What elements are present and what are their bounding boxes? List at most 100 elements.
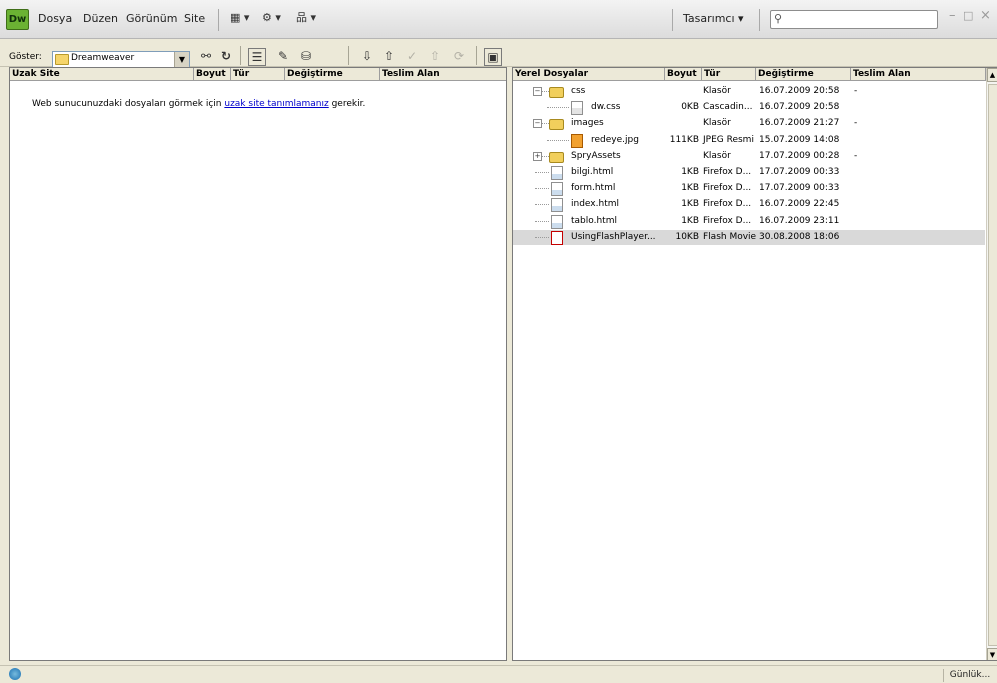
tree-connector [535,188,549,190]
workspace-label: Tasarımcı [683,12,735,25]
file-checkout: - [854,86,858,96]
status-bar: Günlük... [0,665,997,683]
file-modified: 16.07.2009 21:27 [759,118,840,129]
network-icon [9,668,21,680]
file-type: Cascadin... [703,102,753,113]
search-input[interactable]: ⚲ [770,10,938,29]
local-col-modified[interactable]: Değiştirme [756,68,851,81]
title-bar: Dw Dosya Düzen Görünüm Site ▦ ▾ ⚙ ▾ 品 ▾ … [0,0,997,39]
expand-icon[interactable]: + [533,151,542,161]
minimize-button[interactable]: – [949,8,956,23]
toolbar-separator [240,46,241,65]
file-row[interactable]: bilgi.html 1KB Firefox D... 17.07.2009 00:3… [513,165,985,180]
file-type: Klasör [703,86,731,96]
files-toolbar: Göster: Dreamweaver ▼ ⚯ ↻ ☰ ✎ ⛁ ⇩ ⇧ ✓ ⇧ … [0,39,997,68]
file-modified: 17.07.2009 00:33 [759,183,840,194]
tree-connector [547,107,569,109]
log-button[interactable]: Günlük... [943,669,996,682]
file-type: Firefox D... [703,167,752,177]
scrollbar-thumb[interactable] [988,84,997,646]
put-files-icon[interactable]: ⇧ [381,48,397,64]
file-row[interactable]: index.html 1KB Firefox D... 16.07.2009 22:4… [513,197,985,213]
menu-dosya[interactable]: Dosya [38,12,72,25]
file-row[interactable]: − css Klasör 16.07.2009 20:58 - [513,84,985,99]
scroll-down-icon[interactable]: ▼ [987,648,997,660]
folder-icon [549,87,564,98]
file-checkout: - [854,118,858,129]
file-modified: 16.07.2009 20:58 [759,102,840,113]
jpg-file-icon [571,133,583,148]
file-row[interactable]: + SpryAssets Klasör 17.07.2009 00:28 - [513,149,985,164]
connect-icon[interactable]: ⚯ [198,48,214,64]
remote-message-suffix: gerekir. [328,99,366,109]
show-label: Göster: [9,52,42,62]
css-file-icon [571,101,583,116]
file-row[interactable]: redeye.jpg 111KB JPEG Resmi 15.07.2009 14:0… [513,133,985,148]
file-name: images [571,118,604,129]
remote-message-text: Web sunucunuzdaki dosyaları görmek için [32,99,225,109]
site-menu-icon[interactable]: 品 ▾ [296,11,316,25]
testing-server-icon[interactable]: ✎ [275,48,291,64]
menu-gorunum[interactable]: Görünüm [126,12,177,25]
dreamweaver-logo: Dw [6,9,29,30]
file-name: tablo.html [571,215,617,226]
file-modified: 16.07.2009 23:11 [759,215,840,226]
file-row[interactable]: form.html 1KB Firefox D... 17.07.2009 00:33 [513,181,985,197]
file-name: SpryAssets [571,150,621,161]
local-files-panel: Yerel Dosyalar Boyut Tür Değiştirme Tesl… [512,67,997,661]
file-row[interactable]: − images Klasör 16.07.2009 21:27 - [513,116,985,131]
file-type: Firefox D... [703,183,752,194]
file-size: 1KB [681,215,699,226]
site-select[interactable]: Dreamweaver ▼ [52,51,190,68]
refresh-icon[interactable]: ↻ [218,48,234,64]
scroll-up-icon[interactable]: ▲ [987,68,997,82]
collapse-icon[interactable]: − [533,87,542,96]
repository-icon[interactable]: ⛁ [298,48,314,64]
define-remote-site-link[interactable]: uzak site tanımlamanız [224,99,328,109]
html-file-icon [551,198,563,213]
file-modified: 15.07.2009 14:08 [759,134,840,145]
file-row[interactable]: UsingFlashPlayer... 10KB Flash Movie 30.08.… [513,229,985,245]
vertical-scrollbar[interactable]: ▲ ▼ [986,68,997,660]
expand-collapse-icon[interactable]: ▣ [484,48,502,66]
sync-icon[interactable]: ⟳ [451,48,467,64]
close-button[interactable]: × [980,8,991,23]
get-files-icon[interactable]: ⇩ [359,48,375,64]
tree-connector [535,220,549,222]
file-activity-icon[interactable]: ☰ [248,48,266,66]
remote-col-name[interactable]: Uzak Site [10,68,194,81]
site-select-value: Dreamweaver [71,53,135,63]
collapse-icon[interactable]: − [533,119,542,129]
file-row[interactable]: tablo.html 1KB Firefox D... 16.07.2009 23:1… [513,214,985,229]
menu-site[interactable]: Site [184,12,205,25]
file-name: css [571,86,586,96]
file-type: Firefox D... [703,215,752,226]
local-col-size[interactable]: Boyut [665,68,702,81]
layout-menu-icon[interactable]: ▦ ▾ [230,11,249,25]
remote-col-size[interactable]: Boyut [194,68,231,81]
file-type: Flash Movie [703,231,757,242]
menu-duzen[interactable]: Düzen [83,12,118,25]
remote-site-panel: Uzak Site Boyut Tür Değiştirme Teslim Al… [9,67,507,661]
file-size: 10KB [675,231,699,242]
file-checkout: - [854,150,858,161]
extend-menu-icon[interactable]: ⚙ ▾ [262,11,281,25]
local-col-type[interactable]: Tür [702,68,756,81]
maximize-button[interactable]: □ [963,9,973,22]
workspace-switcher[interactable]: Tasarımcı ▾ [683,12,744,25]
search-separator [759,9,760,31]
html-file-icon [551,214,563,229]
check-out-icon[interactable]: ✓ [404,48,420,64]
file-size: 1KB [681,199,699,210]
workspace-separator [672,9,673,31]
folder-icon [549,119,564,131]
remote-col-type[interactable]: Tür [231,68,285,81]
file-row[interactable]: dw.css 0KB Cascadin... 16.07.2009 20:58 [513,100,985,116]
chevron-down-icon[interactable]: ▼ [174,52,189,67]
local-col-name[interactable]: Yerel Dosyalar [513,68,665,81]
remote-col-checkout[interactable]: Teslim Alan [380,68,506,81]
file-modified: 16.07.2009 22:45 [759,199,840,210]
check-in-icon[interactable]: ⇧ [427,48,443,64]
local-col-checkout[interactable]: Teslim Alan [851,68,986,81]
remote-col-modified[interactable]: Değiştirme [285,68,380,81]
